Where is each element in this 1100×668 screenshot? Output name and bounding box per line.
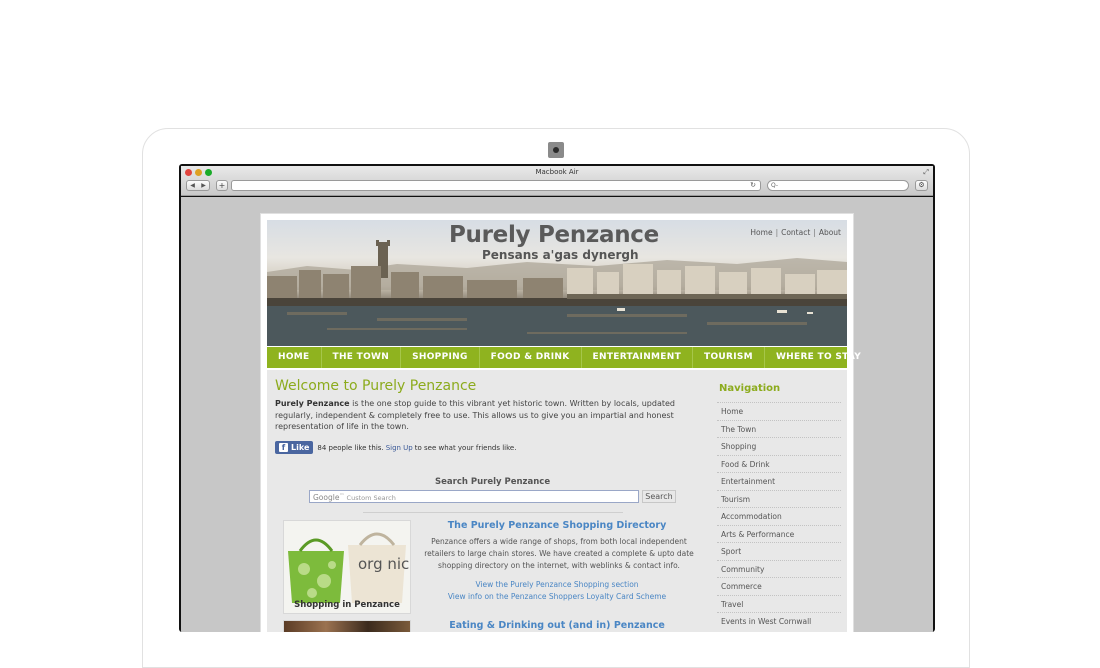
google-logo: Google: [313, 493, 340, 503]
camera-icon: [548, 142, 564, 158]
sidebar-item-commerce[interactable]: Commerce: [717, 577, 841, 595]
sidebar-item-the-town[interactable]: The Town: [717, 419, 841, 438]
sidebar-item-community[interactable]: Community: [717, 559, 841, 578]
trademark-mark: ™: [339, 493, 345, 499]
intro-site-name: Purely Penzance: [275, 399, 350, 408]
sidebar-item-accommodation[interactable]: Accommodation: [717, 507, 841, 525]
menu-item-food-drink[interactable]: FOOD & DRINK: [480, 347, 582, 368]
like-suffix: to see what your friends like.: [414, 443, 517, 452]
top-link-about[interactable]: About: [819, 228, 841, 237]
resize-icon[interactable]: ⤢: [923, 168, 929, 177]
sidebar-item-arts-performance[interactable]: Arts & Performance: [717, 524, 841, 543]
sidebar-item-food-drink[interactable]: Food & Drink: [717, 454, 841, 473]
sidebar-title: Navigation: [719, 383, 781, 394]
top-link-contact[interactable]: Contact: [781, 228, 810, 237]
shopping-directory-title[interactable]: The Purely Penzance Shopping Directory: [415, 520, 699, 531]
sidebar-item-sport[interactable]: Sport: [717, 542, 841, 560]
main-menu: HOME THE TOWN SHOPPING FOOD & DRINK ENTE…: [267, 347, 861, 368]
browser-toolbar: Macbook Air ⤢ ◀ ▶ + ↻ Q- ⚙: [181, 166, 933, 196]
website: Purely Penzance Pensans a'gas dynergh Ho…: [260, 213, 861, 632]
sign-up-link[interactable]: Sign Up: [386, 444, 413, 452]
sidebar-item-entertainment[interactable]: Entertainment: [717, 472, 841, 490]
menu-item-entertainment[interactable]: ENTERTAINMENT: [582, 347, 694, 368]
loyalty-card-link[interactable]: View info on the Penzance Shoppers Loyal…: [415, 592, 699, 601]
facebook-like-widget: f Like 84 people like this. Sign Up to se…: [275, 441, 516, 454]
separator: |: [775, 228, 779, 237]
window-title: Macbook Air: [535, 168, 579, 176]
browser-viewport: Purely Penzance Pensans a'gas dynergh Ho…: [181, 197, 933, 632]
sidebar-navigation: Home The Town Shopping Food & Drink Ente…: [717, 402, 841, 630]
sidebar-item-tourism[interactable]: Tourism: [717, 489, 841, 508]
menu-item-where-to-stay[interactable]: WHERE TO STAY: [765, 347, 872, 368]
search-button[interactable]: Search: [642, 490, 676, 503]
bag-text: org nic: [358, 555, 409, 573]
site-title: Purely Penzance: [449, 222, 659, 248]
intro-paragraph: Purely Penzance is the one stop guide to…: [275, 398, 695, 433]
like-label: Like: [291, 443, 310, 452]
page-title: Welcome to Purely Penzance: [275, 378, 477, 394]
forward-icon[interactable]: ▶: [201, 182, 206, 189]
search-placeholder: Custom Search: [346, 494, 396, 503]
search-input[interactable]: Google™ Custom Search: [309, 490, 639, 503]
main-content: Welcome to Purely Penzance Purely Penzan…: [267, 370, 847, 632]
top-links: Home | Contact | About: [750, 228, 841, 237]
menu-item-the-town[interactable]: THE TOWN: [322, 347, 402, 368]
browser-search-field[interactable]: Q-: [767, 180, 909, 191]
facebook-like-button[interactable]: f Like: [275, 441, 314, 454]
menu-item-tourism[interactable]: TOURISM: [693, 347, 765, 368]
site-subtitle: Pensans a'gas dynergh: [482, 248, 639, 262]
facebook-icon: f: [279, 443, 288, 452]
shopping-image[interactable]: org nic Shopping in Penzance: [283, 520, 411, 614]
top-link-home[interactable]: Home: [750, 228, 772, 237]
gear-icon[interactable]: ⚙: [915, 180, 928, 191]
food-image[interactable]: [283, 620, 411, 632]
shopping-directory-text: Penzance offers a wide range of shops, f…: [424, 537, 694, 570]
food-section-title[interactable]: Eating & Drinking out (and in) Penzance: [415, 620, 699, 631]
like-count: 84 people like this.: [317, 443, 384, 452]
shopping-image-caption: Shopping in Penzance: [294, 600, 400, 610]
site-header: Purely Penzance Pensans a'gas dynergh Ho…: [267, 220, 847, 346]
menu-item-shopping[interactable]: SHOPPING: [401, 347, 480, 368]
sidebar-item-events[interactable]: Events in West Cornwall: [717, 612, 841, 630]
reload-icon[interactable]: ↻: [750, 181, 756, 189]
separator: |: [813, 228, 816, 237]
back-forward-buttons[interactable]: ◀ ▶: [186, 180, 210, 191]
divider: [363, 512, 623, 513]
add-bookmark-button[interactable]: +: [216, 180, 228, 191]
address-bar[interactable]: ↻: [231, 180, 761, 191]
menu-item-home[interactable]: HOME: [267, 347, 322, 368]
sidebar-item-home[interactable]: Home: [717, 402, 841, 420]
sidebar-item-travel[interactable]: Travel: [717, 594, 841, 613]
search-title: Search Purely Penzance: [435, 477, 551, 487]
sidebar-item-shopping[interactable]: Shopping: [717, 437, 841, 455]
back-icon[interactable]: ◀: [190, 182, 195, 189]
laptop-screen: Macbook Air ⤢ ◀ ▶ + ↻ Q- ⚙ Purely Penzan…: [179, 164, 935, 632]
shopping-section-link[interactable]: View the Purely Penzance Shopping sectio…: [415, 580, 699, 589]
